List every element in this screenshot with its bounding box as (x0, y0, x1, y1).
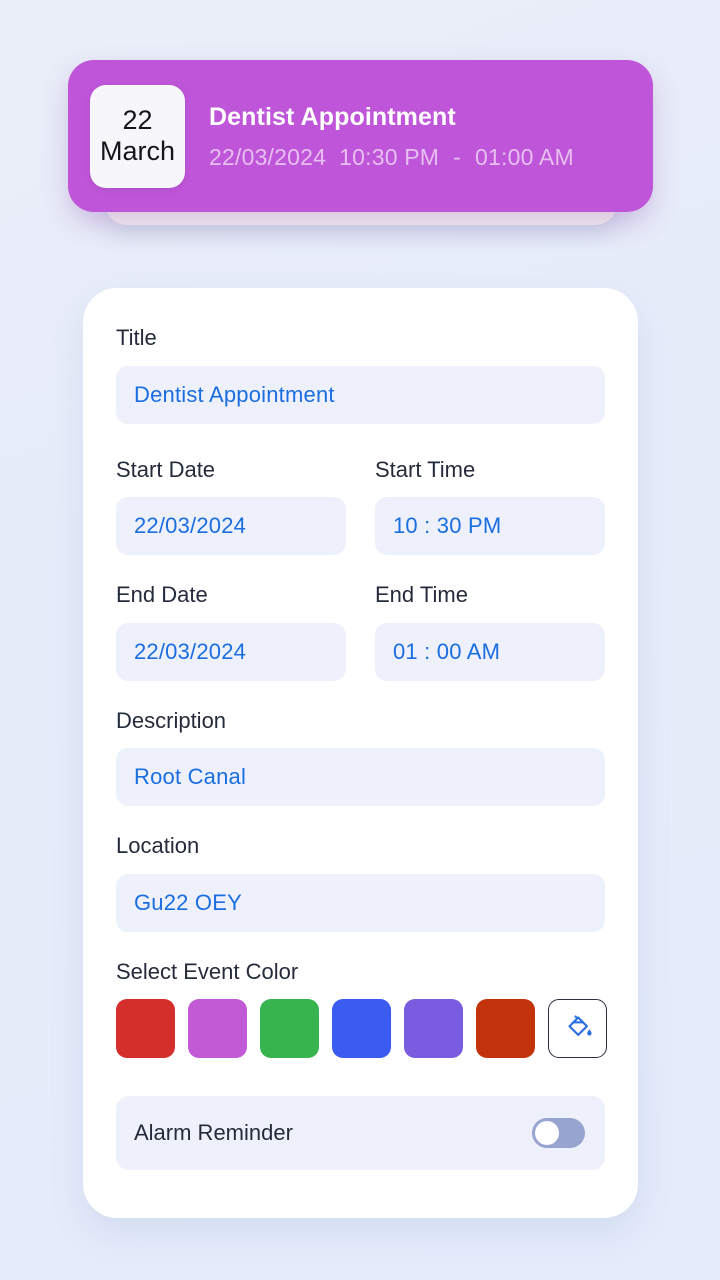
event-start-time: 10:30 PM (339, 143, 440, 170)
start-time-label: Start Time (375, 456, 476, 482)
custom-color-button[interactable] (548, 999, 607, 1058)
event-banner-stack: 22 March Dentist Appointment 22/03/2024 … (0, 0, 720, 240)
end-row: End Date 22/03/2024 End Time 01 : 00 AM (116, 581, 605, 681)
end-date-group: End Date 22/03/2024 (116, 581, 346, 681)
paint-bucket-icon (562, 1010, 594, 1047)
event-date: 22/03/2024 (209, 143, 327, 170)
description-field-group: Description Root Canal (116, 707, 605, 806)
title-field-group: Title Dentist Appointment (116, 324, 605, 424)
event-day: 22 (122, 104, 153, 135)
event-banner-text: Dentist Appointment 22/03/2024 10:30 PM … (209, 101, 574, 171)
end-time-label: End Time (375, 582, 468, 607)
location-input[interactable]: Gu22 OEY (116, 873, 605, 932)
color-swatch-red[interactable] (116, 999, 175, 1058)
start-date-group: Start Date 22/03/2024 (116, 456, 346, 555)
event-form-card: Title Dentist Appointment Start Date 22/… (83, 288, 638, 1218)
description-input[interactable]: Root Canal (116, 748, 605, 806)
title-label: Title (116, 325, 157, 350)
event-date-badge: 22 March (90, 84, 185, 188)
end-date-input[interactable]: 22/03/2024 (116, 622, 346, 681)
color-swatch-orchid[interactable] (188, 999, 247, 1058)
event-schedule: 22/03/2024 10:30 PM - 01:00 AM (209, 144, 574, 171)
alarm-reminder-toggle[interactable] (532, 1118, 585, 1148)
start-date-input[interactable]: 22/03/2024 (116, 497, 346, 555)
event-time-separator: - (453, 143, 462, 170)
start-date-label: Start Date (116, 456, 216, 482)
end-time-group: End Time 01 : 00 AM (375, 581, 605, 681)
color-picker-group: Select Event Color (116, 958, 607, 1058)
color-swatch-blue[interactable] (332, 999, 391, 1058)
location-label: Location (116, 833, 200, 858)
location-field-group: Location Gu22 OEY (116, 832, 605, 932)
start-time-input[interactable]: 10 : 30 PM (375, 497, 605, 555)
description-label: Description (116, 707, 227, 733)
color-swatch-violet[interactable] (404, 999, 463, 1058)
event-month: March (99, 136, 175, 166)
select-event-color-label: Select Event Color (116, 958, 299, 984)
title-input[interactable]: Dentist Appointment (116, 365, 605, 424)
start-time-group: Start Time 10 : 30 PM (375, 456, 605, 555)
start-row: Start Date 22/03/2024 Start Time 10 : 30… (116, 456, 605, 555)
event-end-time: 01:00 AM (475, 143, 574, 170)
event-banner-card[interactable]: 22 March Dentist Appointment 22/03/2024 … (68, 60, 653, 212)
end-date-label: End Date (116, 582, 208, 607)
event-title: Dentist Appointment (209, 103, 456, 132)
alarm-reminder-row[interactable]: Alarm Reminder (116, 1096, 605, 1170)
alarm-reminder-label: Alarm Reminder (134, 1120, 293, 1145)
color-swatch-row (116, 999, 607, 1058)
end-time-input[interactable]: 01 : 00 AM (375, 622, 605, 681)
toggle-knob (535, 1121, 559, 1145)
color-swatch-dark-orange[interactable] (476, 999, 535, 1058)
color-swatch-green[interactable] (260, 999, 319, 1058)
